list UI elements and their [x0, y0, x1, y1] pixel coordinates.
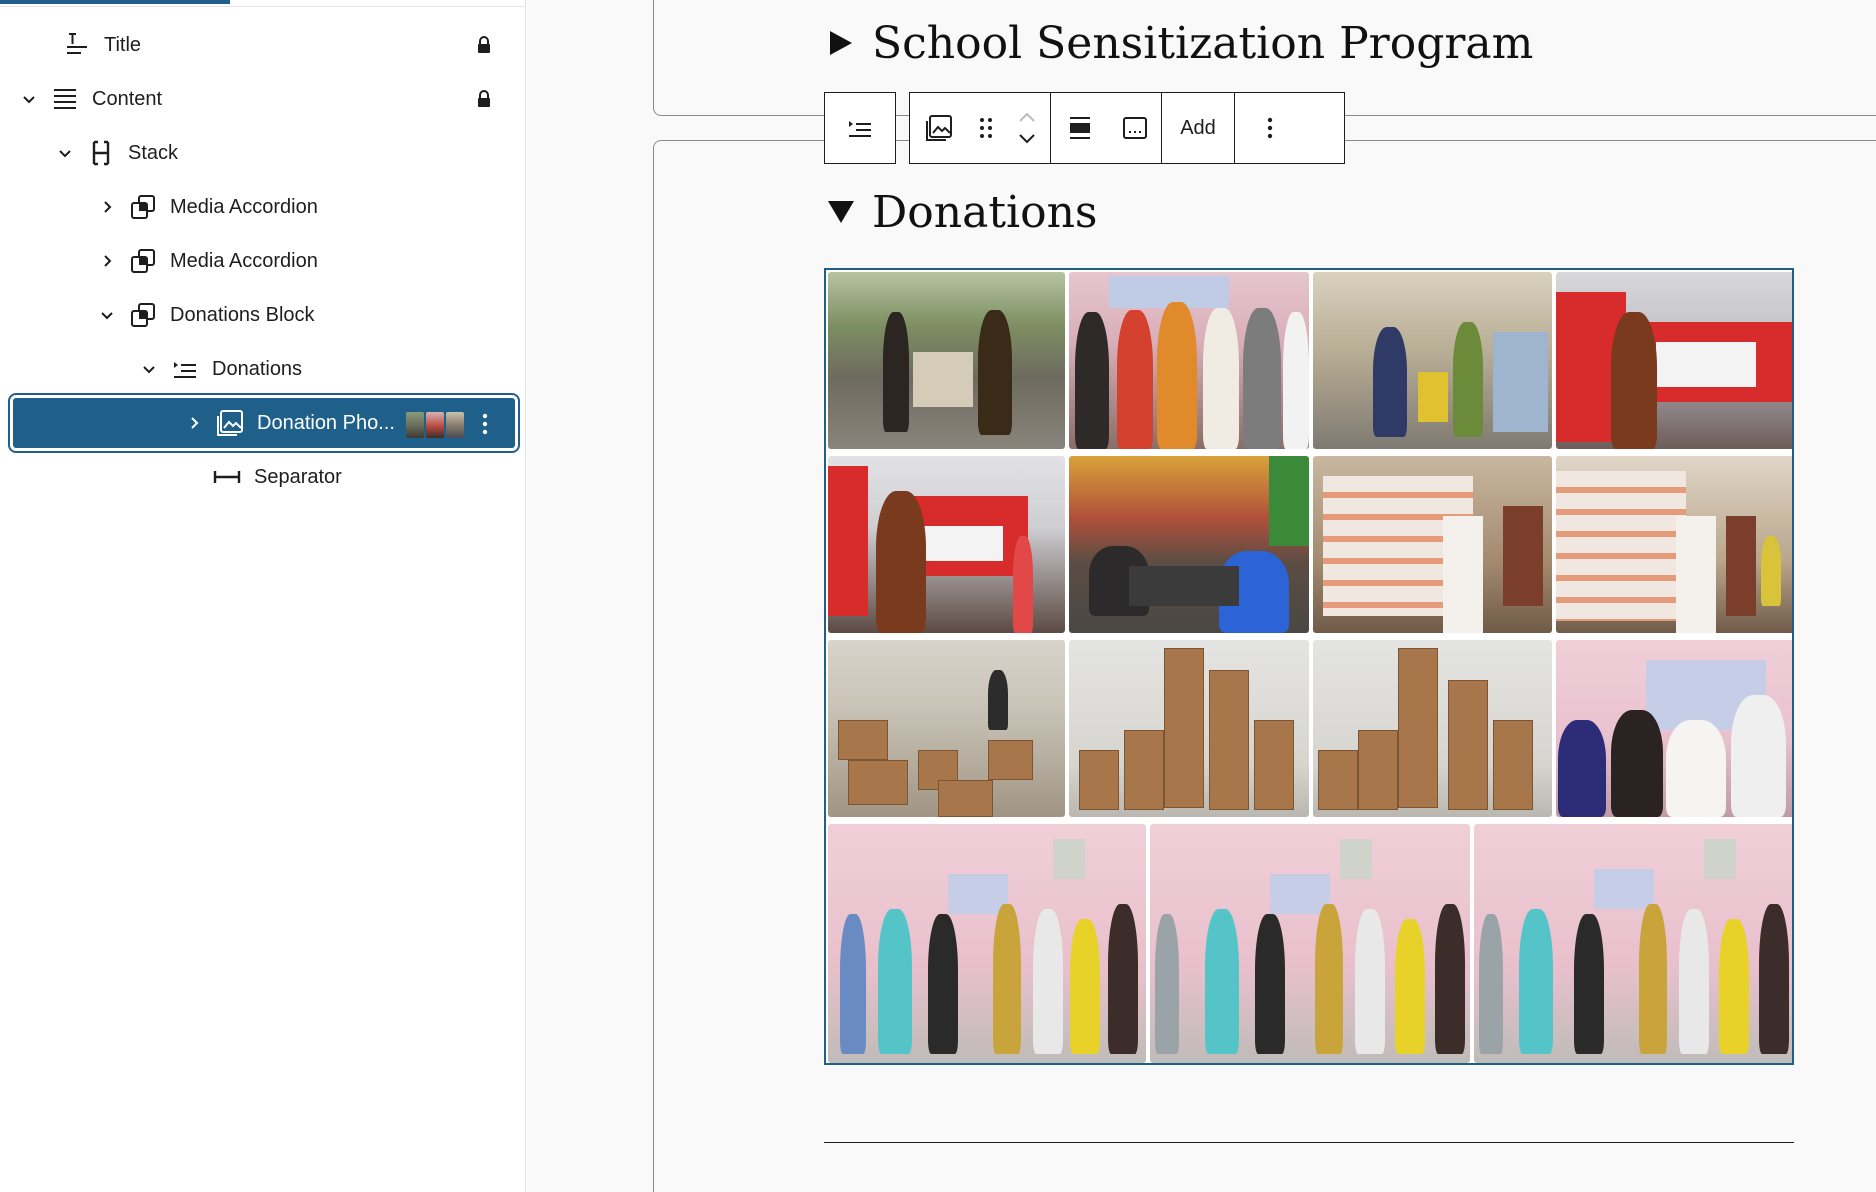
move-buttons — [1004, 93, 1050, 163]
title-icon — [60, 28, 94, 62]
chevron-down-icon[interactable] — [136, 356, 162, 382]
gallery-image[interactable] — [1150, 824, 1470, 1063]
chevron-right-icon[interactable] — [181, 410, 207, 436]
list-item-label: Content — [92, 87, 163, 110]
gallery-image[interactable] — [1474, 824, 1792, 1063]
gallery-image[interactable] — [1069, 640, 1309, 817]
select-parent-button[interactable] — [825, 93, 895, 163]
drag-handle[interactable] — [968, 93, 1004, 163]
list-item-donations-block[interactable]: Donations Block — [10, 288, 518, 342]
tab-active-indicator — [0, 0, 230, 4]
separator-block[interactable] — [824, 1142, 1794, 1143]
block-toolbar: Add — [909, 92, 1345, 164]
options-button[interactable] — [1235, 93, 1305, 163]
tab-divider — [0, 6, 526, 7]
gallery-image[interactable] — [1313, 640, 1552, 817]
gallery-image[interactable] — [1556, 456, 1792, 633]
block-copy-icon — [126, 190, 160, 224]
caption-icon — [1123, 117, 1147, 139]
gallery-image[interactable] — [828, 456, 1065, 633]
details-icon — [849, 121, 871, 137]
more-options-icon[interactable] — [473, 410, 497, 438]
block-copy-icon — [126, 244, 160, 278]
list-view-panel: Title Content Stack Media Accordion Medi… — [0, 0, 526, 1192]
triangle-right-icon — [824, 26, 858, 60]
gallery-thumbnails — [406, 412, 464, 438]
gallery-image[interactable] — [1069, 272, 1309, 449]
move-up-icon[interactable] — [1018, 111, 1036, 123]
list-item-media-accordion[interactable]: Media Accordion — [10, 180, 518, 234]
section-heading: School Sensitization Program — [872, 17, 1534, 69]
list-item-donations[interactable]: Donations — [10, 342, 518, 396]
list-item-label: Media Accordion — [170, 195, 318, 218]
caption-button[interactable] — [1109, 93, 1161, 163]
align-button[interactable] — [1051, 93, 1109, 163]
lock-icon — [472, 87, 496, 111]
list-item-content[interactable]: Content — [10, 72, 518, 126]
chevron-down-icon[interactable] — [52, 140, 78, 166]
content-icon — [48, 82, 82, 116]
donation-photos-gallery[interactable] — [824, 268, 1794, 1065]
gallery-image[interactable] — [828, 640, 1065, 817]
list-item-label: Donations Block — [170, 303, 315, 326]
chevron-right-icon[interactable] — [94, 194, 120, 220]
gallery-image[interactable] — [1069, 456, 1309, 633]
chevron-down-icon[interactable] — [16, 86, 42, 112]
list-item-label: Separator — [254, 465, 342, 488]
triangle-down-icon — [824, 195, 858, 229]
drag-handle-icon — [980, 118, 992, 138]
thumbnail-image — [426, 412, 444, 438]
separator-icon — [210, 460, 244, 494]
gallery-block-button[interactable] — [910, 93, 968, 163]
thumbnail-image — [446, 412, 464, 438]
gallery-icon — [926, 115, 952, 141]
chevron-right-icon[interactable] — [94, 248, 120, 274]
gallery-icon — [213, 406, 247, 440]
gallery-image[interactable] — [828, 272, 1065, 449]
block-copy-icon — [126, 298, 160, 332]
list-item-stack[interactable]: Stack — [10, 126, 518, 180]
accordion-summary-donations[interactable]: Donations — [824, 186, 1098, 238]
gallery-image[interactable] — [1556, 640, 1792, 817]
details-icon — [168, 352, 202, 386]
list-item-label: Title — [104, 33, 142, 56]
thumbnail-image — [406, 412, 424, 438]
lock-icon — [472, 33, 496, 57]
list-item-title[interactable]: Title — [10, 18, 518, 72]
add-button[interactable]: Add — [1162, 93, 1234, 163]
stack-icon — [84, 136, 118, 170]
gallery-image[interactable] — [1556, 272, 1792, 449]
more-options-icon — [1267, 117, 1273, 139]
list-item-donation-photos[interactable]: Donation Pho... — [8, 393, 520, 453]
gallery-image[interactable] — [828, 824, 1146, 1063]
move-down-icon[interactable] — [1018, 133, 1036, 145]
list-item-label: Media Accordion — [170, 249, 318, 272]
block-toolbar-parent — [824, 92, 896, 164]
list-item-media-accordion[interactable]: Media Accordion — [10, 234, 518, 288]
chevron-down-icon[interactable] — [94, 302, 120, 328]
list-item-separator[interactable]: Separator — [10, 450, 518, 504]
accordion-summary-school[interactable]: School Sensitization Program — [824, 17, 1534, 69]
gallery-image[interactable] — [1313, 272, 1552, 449]
list-item-label: Donation Pho... — [257, 411, 395, 434]
section-heading: Donations — [872, 186, 1098, 238]
align-wide-icon — [1070, 117, 1090, 139]
list-item-label: Stack — [128, 141, 179, 164]
gallery-image[interactable] — [1313, 456, 1552, 633]
list-item-label: Donations — [212, 357, 303, 380]
